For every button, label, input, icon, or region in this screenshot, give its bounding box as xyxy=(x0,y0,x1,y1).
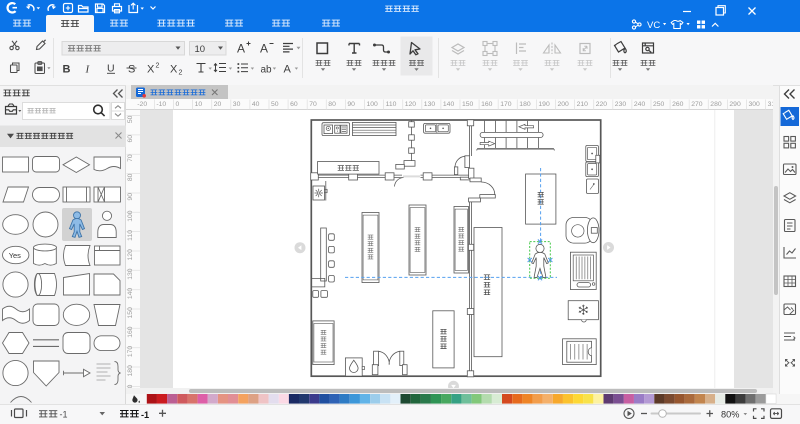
svg-text:-1: -1 xyxy=(141,410,149,420)
svg-text:-1: -1 xyxy=(60,410,68,420)
svg-text:80%: 80% xyxy=(721,409,739,419)
